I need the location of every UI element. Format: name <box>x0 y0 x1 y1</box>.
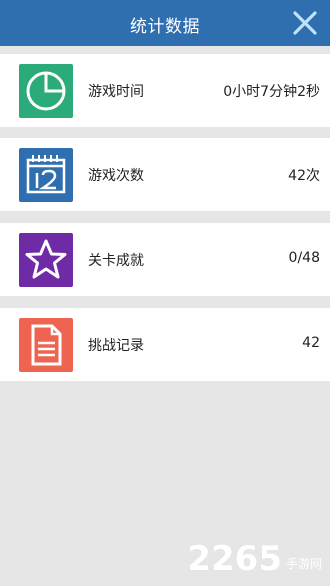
play-count-icon-tile <box>19 148 73 202</box>
play-time-icon-tile <box>19 64 73 118</box>
stat-label: 游戏时间 <box>88 84 144 100</box>
challenge-record-icon-tile <box>19 318 73 372</box>
page-title: 统计数据 <box>130 17 200 37</box>
stat-label: 挑战记录 <box>88 338 144 354</box>
star-icon <box>19 233 73 287</box>
stat-row-achievements: 关卡成就 0/48 <box>0 223 330 296</box>
watermark-number: 2265 <box>187 539 282 579</box>
stat-value: 42 <box>302 335 320 351</box>
clock-icon <box>19 64 73 118</box>
close-icon <box>293 11 317 35</box>
stat-label: 游戏次数 <box>88 168 144 184</box>
watermark-site: 手游网 <box>285 557 322 571</box>
stat-value: 0小时7分钟2秒 <box>223 84 320 100</box>
close-button[interactable] <box>290 8 320 38</box>
stats-screen: 统计数据 游戏时间 0小时7分钟2秒 游戏次数 42次 关卡成就 0/48 挑战… <box>0 0 330 586</box>
watermark: 2265 手游网 <box>187 542 322 576</box>
stat-row-play-count: 游戏次数 42次 <box>0 138 330 211</box>
calendar-icon <box>19 148 73 202</box>
stat-row-challenge-record: 挑战记录 42 <box>0 308 330 381</box>
stat-value: 0/48 <box>288 250 320 266</box>
header-bar: 统计数据 <box>0 0 330 46</box>
stat-value: 42次 <box>288 168 320 184</box>
stat-label: 关卡成就 <box>88 253 144 269</box>
achievements-icon-tile <box>19 233 73 287</box>
stat-row-play-time: 游戏时间 0小时7分钟2秒 <box>0 54 330 127</box>
document-icon <box>19 318 73 372</box>
